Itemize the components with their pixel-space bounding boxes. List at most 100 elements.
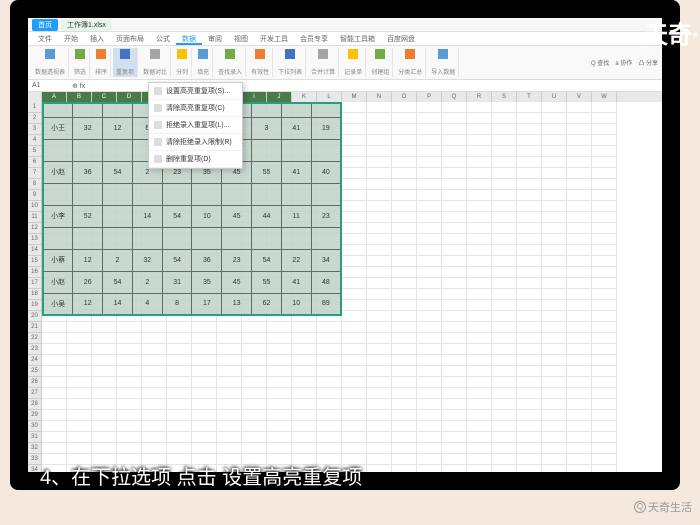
cell[interactable] bbox=[417, 421, 442, 432]
cell[interactable] bbox=[467, 421, 492, 432]
cell[interactable] bbox=[417, 355, 442, 366]
data-cell[interactable]: 小蔡 bbox=[43, 249, 73, 271]
cell[interactable] bbox=[467, 454, 492, 465]
cell[interactable] bbox=[542, 113, 567, 124]
cell[interactable] bbox=[192, 388, 217, 399]
cell[interactable] bbox=[92, 355, 117, 366]
col-header[interactable]: T bbox=[517, 92, 542, 102]
cell[interactable] bbox=[592, 113, 617, 124]
cell[interactable] bbox=[392, 311, 417, 322]
col-header[interactable]: S bbox=[492, 92, 517, 102]
data-cell[interactable] bbox=[103, 183, 133, 205]
cell[interactable] bbox=[442, 377, 467, 388]
cell[interactable] bbox=[567, 135, 592, 146]
cell[interactable] bbox=[267, 399, 292, 410]
cell[interactable] bbox=[192, 443, 217, 454]
data-cell[interactable] bbox=[43, 227, 73, 249]
cell[interactable] bbox=[67, 432, 92, 443]
cell[interactable] bbox=[92, 421, 117, 432]
data-cell[interactable]: 36 bbox=[192, 249, 222, 271]
tool-group-btn[interactable]: 创建组 bbox=[368, 48, 393, 77]
cell[interactable] bbox=[442, 333, 467, 344]
file-tab[interactable]: 工作簿1.xlsx bbox=[61, 19, 112, 31]
cell[interactable] bbox=[567, 190, 592, 201]
cell[interactable] bbox=[117, 432, 142, 443]
cell[interactable] bbox=[492, 410, 517, 421]
ribbon-tab[interactable]: 会员专享 bbox=[294, 32, 334, 45]
cell[interactable] bbox=[67, 443, 92, 454]
cell[interactable] bbox=[442, 245, 467, 256]
cell[interactable] bbox=[417, 366, 442, 377]
cell[interactable] bbox=[367, 366, 392, 377]
cell[interactable] bbox=[592, 366, 617, 377]
cell[interactable] bbox=[592, 344, 617, 355]
cell[interactable] bbox=[567, 421, 592, 432]
cell[interactable] bbox=[317, 377, 342, 388]
cell[interactable] bbox=[492, 124, 517, 135]
cell[interactable] bbox=[242, 432, 267, 443]
row-header[interactable]: 30 bbox=[28, 421, 42, 432]
cell[interactable] bbox=[367, 157, 392, 168]
cell[interactable] bbox=[592, 454, 617, 465]
cell[interactable] bbox=[517, 223, 542, 234]
cell[interactable] bbox=[117, 399, 142, 410]
cell[interactable] bbox=[542, 377, 567, 388]
cell[interactable] bbox=[517, 399, 542, 410]
cell[interactable] bbox=[192, 432, 217, 443]
cell[interactable] bbox=[542, 421, 567, 432]
cell[interactable] bbox=[342, 333, 367, 344]
row-header[interactable]: 7 bbox=[28, 168, 42, 179]
cell[interactable] bbox=[392, 454, 417, 465]
cell[interactable] bbox=[142, 377, 167, 388]
cell[interactable] bbox=[517, 212, 542, 223]
cell[interactable] bbox=[342, 443, 367, 454]
cell[interactable] bbox=[417, 179, 442, 190]
tool-validation[interactable]: 有效性 bbox=[248, 48, 273, 77]
cell[interactable] bbox=[467, 344, 492, 355]
cell[interactable] bbox=[117, 388, 142, 399]
data-cell[interactable]: 2 bbox=[132, 271, 162, 293]
cell[interactable] bbox=[542, 355, 567, 366]
cell[interactable] bbox=[417, 234, 442, 245]
cell[interactable] bbox=[342, 278, 367, 289]
cell[interactable] bbox=[267, 443, 292, 454]
row-header[interactable]: 29 bbox=[28, 410, 42, 421]
cell[interactable] bbox=[392, 432, 417, 443]
cell[interactable] bbox=[142, 322, 167, 333]
cell[interactable] bbox=[317, 333, 342, 344]
tool-duplicates[interactable]: 重复项 bbox=[113, 48, 138, 77]
cell[interactable] bbox=[292, 443, 317, 454]
cell[interactable] bbox=[367, 179, 392, 190]
cell[interactable] bbox=[342, 289, 367, 300]
cell[interactable] bbox=[392, 113, 417, 124]
cell[interactable] bbox=[267, 410, 292, 421]
data-cell[interactable] bbox=[281, 183, 311, 205]
data-cell[interactable] bbox=[222, 227, 252, 249]
cell[interactable] bbox=[542, 454, 567, 465]
cell[interactable] bbox=[117, 333, 142, 344]
cell[interactable] bbox=[192, 322, 217, 333]
cell[interactable] bbox=[442, 157, 467, 168]
cell[interactable] bbox=[542, 135, 567, 146]
cell[interactable] bbox=[442, 256, 467, 267]
cell[interactable] bbox=[267, 432, 292, 443]
cell[interactable] bbox=[492, 432, 517, 443]
cell[interactable] bbox=[417, 157, 442, 168]
data-cell[interactable]: 48 bbox=[311, 271, 341, 293]
cell[interactable] bbox=[417, 201, 442, 212]
cell[interactable] bbox=[517, 278, 542, 289]
cell[interactable] bbox=[542, 344, 567, 355]
cell[interactable] bbox=[567, 454, 592, 465]
cell[interactable] bbox=[542, 410, 567, 421]
row-header[interactable]: 16 bbox=[28, 267, 42, 278]
cell[interactable] bbox=[317, 355, 342, 366]
data-cell[interactable] bbox=[73, 227, 103, 249]
cell[interactable] bbox=[342, 168, 367, 179]
data-cell[interactable] bbox=[192, 183, 222, 205]
data-cell[interactable]: 55 bbox=[252, 271, 282, 293]
cell[interactable] bbox=[342, 124, 367, 135]
cell[interactable] bbox=[292, 377, 317, 388]
data-cell[interactable]: 41 bbox=[281, 117, 311, 139]
data-cell[interactable]: 10 bbox=[192, 205, 222, 227]
cell[interactable] bbox=[367, 102, 392, 113]
